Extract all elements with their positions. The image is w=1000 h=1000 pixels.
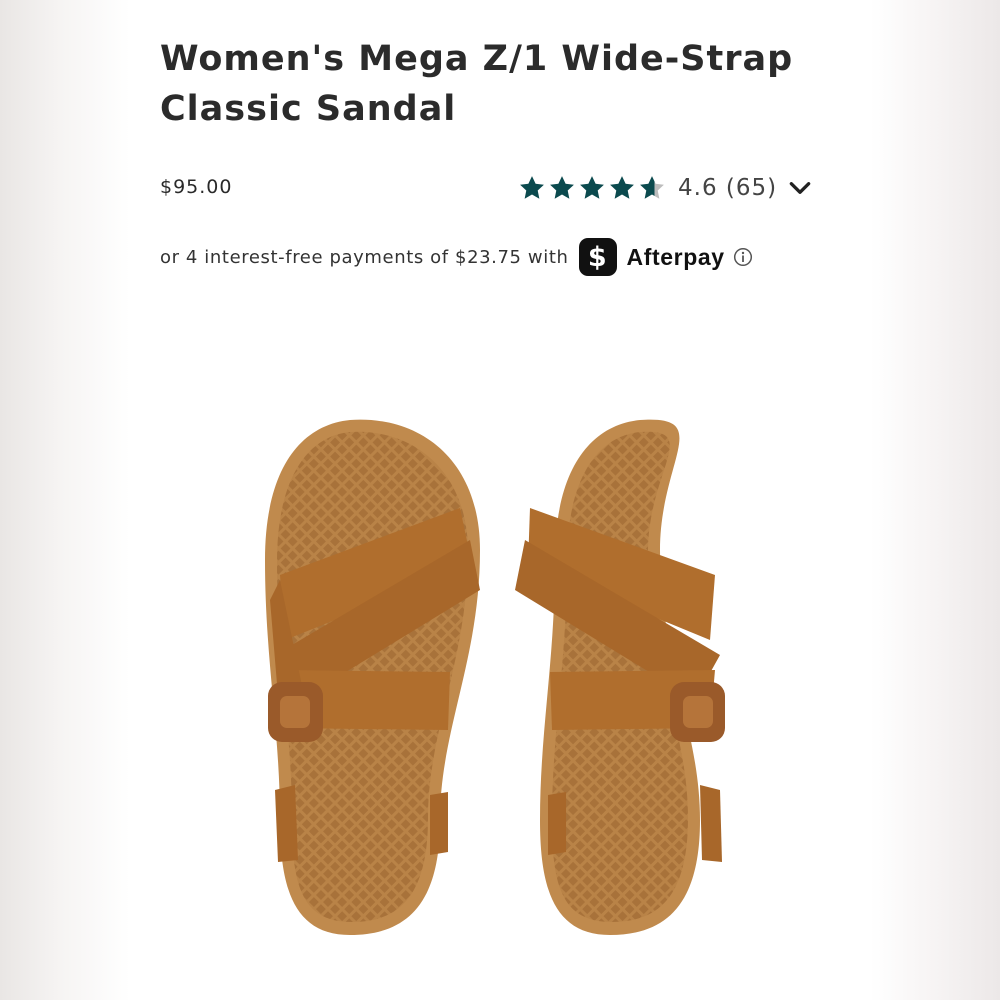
star-icon bbox=[550, 176, 574, 199]
product-image bbox=[265, 419, 725, 935]
product-title: Women's Mega Z/1 Wide-Strap Classic Sand… bbox=[160, 39, 794, 129]
rating-count: (65) bbox=[725, 175, 778, 201]
half-star-icon bbox=[640, 176, 664, 199]
rating-stars bbox=[518, 174, 668, 202]
rating-text: 4.6 (65) bbox=[678, 175, 777, 201]
star-icon bbox=[580, 176, 604, 199]
rating-score: 4.6 bbox=[678, 175, 718, 201]
afterpay-text: or 4 interest-free payments of $23.75 wi… bbox=[160, 246, 569, 268]
chevron-down-icon[interactable] bbox=[787, 175, 813, 201]
star-icon bbox=[610, 176, 634, 199]
afterpay-message: or 4 interest-free payments of $23.75 wi… bbox=[160, 238, 753, 276]
info-icon[interactable] bbox=[733, 247, 753, 267]
star-icon bbox=[520, 176, 544, 199]
right-sandal bbox=[515, 419, 725, 935]
product-price: $95.00 bbox=[160, 176, 233, 198]
afterpay-logo-icon: $ bbox=[578, 238, 617, 276]
afterpay-brand[interactable]: Afterpay bbox=[627, 244, 725, 271]
left-sandal bbox=[265, 419, 480, 935]
rating-summary[interactable]: 4.6 (65) bbox=[518, 170, 813, 206]
